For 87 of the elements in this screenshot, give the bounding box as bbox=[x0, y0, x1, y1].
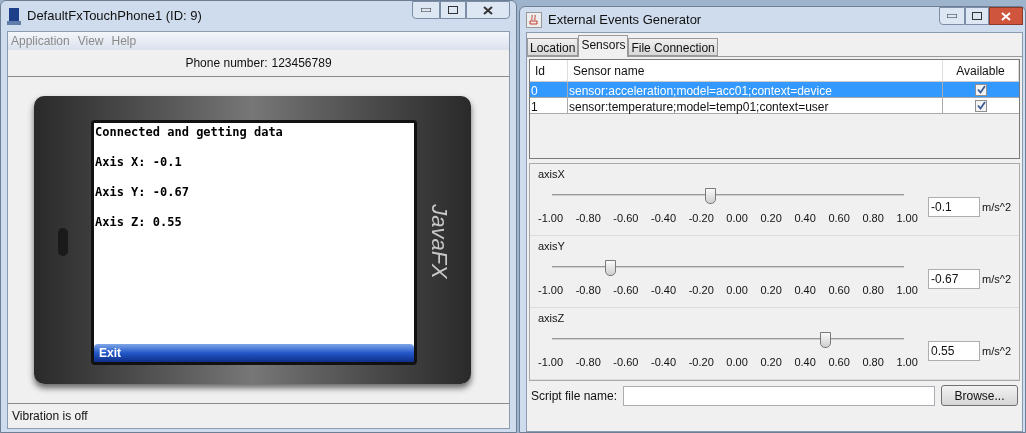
tick-label: 0.80 bbox=[862, 355, 884, 370]
unit-label: m/s^2 bbox=[982, 199, 1011, 215]
tick-label: -1.00 bbox=[538, 355, 564, 370]
screen-text: Axis Z: 0.55 bbox=[95, 214, 183, 230]
tick-label: 0.00 bbox=[726, 211, 748, 226]
tick-label: -0.60 bbox=[613, 211, 639, 226]
tick-label: -0.80 bbox=[575, 355, 601, 370]
tick-label: 0.20 bbox=[760, 355, 782, 370]
tick-label: -0.80 bbox=[575, 211, 601, 226]
unit-label: m/s^2 bbox=[982, 271, 1011, 287]
phone-app-icon bbox=[7, 7, 21, 25]
tick-label: 0.40 bbox=[794, 355, 816, 370]
tick-label: -0.60 bbox=[613, 355, 639, 370]
column-header[interactable]: Sensor name bbox=[568, 60, 943, 81]
tick-label: -0.20 bbox=[688, 355, 714, 370]
maximize-button[interactable] bbox=[965, 7, 989, 25]
tick-label: -1.00 bbox=[538, 211, 564, 226]
phone-number-label: Phone number: bbox=[185, 55, 268, 72]
screen-text: Axis Y: -0.67 bbox=[95, 184, 190, 200]
slider-label: axisZ bbox=[538, 311, 566, 324]
script-file-label: Script file name: bbox=[531, 387, 618, 405]
checkbox[interactable] bbox=[975, 83, 987, 96]
script-file-field[interactable] bbox=[623, 385, 935, 406]
exit-softkey[interactable]: Exit bbox=[94, 344, 414, 362]
unit-label: m/s^2 bbox=[982, 343, 1011, 359]
maximize-icon bbox=[448, 6, 458, 14]
screen-text: Axis X: -0.1 bbox=[95, 154, 183, 170]
slider[interactable] bbox=[552, 188, 904, 202]
slider-thumb[interactable] bbox=[705, 188, 717, 204]
tab[interactable]: Sensors bbox=[578, 35, 629, 57]
tick-label: 0.20 bbox=[760, 211, 782, 226]
table-cell: 0 bbox=[530, 82, 568, 97]
slider[interactable] bbox=[552, 332, 904, 346]
minimize-icon bbox=[947, 14, 957, 18]
java-cup-icon bbox=[526, 11, 542, 28]
slider[interactable] bbox=[552, 260, 904, 274]
tick-label: 0.80 bbox=[862, 211, 884, 226]
brand-logo: JavaFX bbox=[425, 203, 453, 279]
tick-label: 1.00 bbox=[896, 211, 918, 226]
tick-label: 0.60 bbox=[828, 211, 850, 226]
table-row[interactable]: 1 sensor:temperature;model=temp01;context=user bbox=[530, 98, 1019, 114]
minimize-icon bbox=[421, 8, 431, 12]
value-field[interactable]: 0.55 bbox=[928, 341, 980, 361]
column-header[interactable]: Available bbox=[943, 60, 1019, 81]
tick-label: -0.40 bbox=[651, 211, 677, 226]
tab[interactable]: Location bbox=[527, 38, 579, 56]
tick-label: -0.40 bbox=[651, 283, 677, 298]
window-title: DefaultFxTouchPhone1 (ID: 9) bbox=[27, 7, 202, 26]
tick-label: 0.60 bbox=[828, 283, 850, 298]
tick-label: -0.20 bbox=[688, 283, 714, 298]
tick-label: 0.40 bbox=[794, 211, 816, 226]
tick-label: 1.00 bbox=[896, 283, 918, 298]
close-icon bbox=[1001, 11, 1011, 21]
browse-button[interactable]: Browse... bbox=[941, 385, 1018, 406]
slider-label: axisY bbox=[538, 239, 566, 252]
tick-label: -0.20 bbox=[688, 211, 714, 226]
slider-label: axisX bbox=[538, 167, 566, 180]
tick-label: 0.60 bbox=[828, 355, 850, 370]
checkbox[interactable] bbox=[975, 99, 987, 112]
maximize-icon bbox=[972, 12, 982, 20]
tick-label: 1.00 bbox=[896, 355, 918, 370]
tick-label: 0.40 bbox=[794, 283, 816, 298]
value-field[interactable]: -0.67 bbox=[928, 269, 980, 289]
phone-number: 123456789 bbox=[271, 55, 332, 72]
tick-label: 0.00 bbox=[726, 355, 748, 370]
tick-label: 0.20 bbox=[760, 283, 782, 298]
close-icon bbox=[483, 5, 493, 15]
tick-label: -0.40 bbox=[651, 355, 677, 370]
tick-label: 0.80 bbox=[862, 283, 884, 298]
screen-text: Connected and getting data bbox=[95, 124, 284, 140]
close-button[interactable] bbox=[466, 1, 510, 19]
close-button[interactable] bbox=[989, 7, 1023, 25]
slider-thumb[interactable] bbox=[605, 260, 617, 276]
table-cell: sensor:acceleration;model=acc01;context=device bbox=[568, 82, 943, 97]
status-text: Vibration is off bbox=[12, 408, 88, 425]
column-header[interactable]: Id bbox=[530, 60, 568, 81]
tick-label: 0.00 bbox=[726, 283, 748, 298]
value-field[interactable]: -0.1 bbox=[928, 197, 980, 217]
tick-label: -0.80 bbox=[575, 283, 601, 298]
tick-label: -1.00 bbox=[538, 283, 564, 298]
slider-thumb[interactable] bbox=[819, 332, 831, 348]
window-title: External Events Generator bbox=[548, 10, 702, 29]
table-cell: 1 bbox=[530, 98, 568, 113]
tab[interactable]: File Connection bbox=[628, 38, 718, 56]
tick-label: -0.60 bbox=[613, 283, 639, 298]
maximize-button[interactable] bbox=[440, 1, 466, 19]
table-cell: sensor:temperature;model=temp01;context=user bbox=[568, 98, 943, 113]
